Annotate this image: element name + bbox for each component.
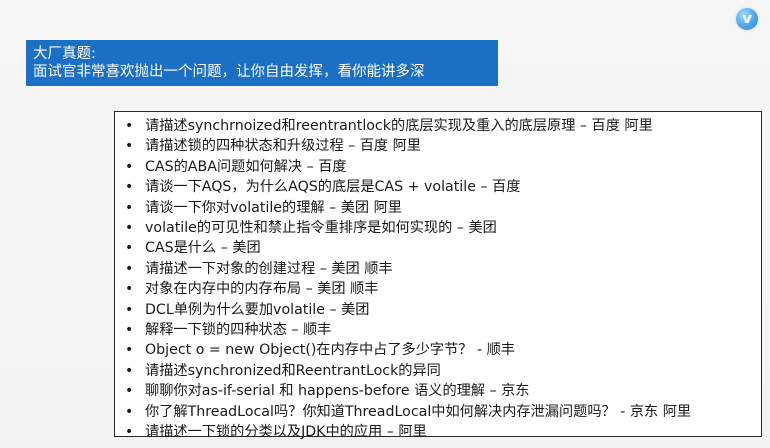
slide-canvas: 大厂真题: 面试官非常喜欢抛出一个问题，让你自由发挥，看你能讲多深 请描述syn…: [0, 0, 770, 448]
brand-logo-icon: [736, 8, 758, 30]
header-banner: 大厂真题: 面试官非常喜欢抛出一个问题，让你自由发挥，看你能讲多深: [26, 40, 498, 86]
question-item: Object o = new Object()在内存中占了多少字节？ - 顺丰: [123, 340, 761, 361]
question-list-panel: 请描述synchrnoized和reentrantlock的底层实现及重入的底层…: [114, 111, 762, 443]
question-item: 你了解ThreadLocal吗？你知道ThreadLocal中如何解决内存泄漏问…: [123, 402, 761, 423]
question-item: 请描述synchrnoized和reentrantlock的底层实现及重入的底层…: [123, 116, 761, 137]
question-item: 请谈一下AQS，为什么AQS的底层是CAS + volatile – 百度: [123, 177, 761, 198]
header-title: 大厂真题:: [33, 46, 96, 62]
question-item: 解释一下锁的四种状态 – 顺丰: [123, 320, 761, 341]
question-item: 请描述一下对象的创建过程 – 美团 顺丰: [123, 259, 761, 280]
question-item: CAS的ABA问题如何解决 – 百度: [123, 157, 761, 178]
question-item: 请描述锁的四种状态和升级过程 – 百度 阿里: [123, 136, 761, 157]
logo-glyph-icon: [742, 15, 752, 23]
header-subtitle: 面试官非常喜欢抛出一个问题，让你自由发挥，看你能讲多深: [33, 64, 425, 80]
question-item: 请谈一下你对volatile的理解 – 美团 阿里: [123, 198, 761, 219]
question-item: 聊聊你对as-if-serial 和 happens-before 语义的理解 …: [123, 381, 761, 402]
question-item: 请描述一下锁的分类以及JDK中的应用 – 阿里: [123, 422, 761, 443]
question-list: 请描述synchrnoized和reentrantlock的底层实现及重入的底层…: [123, 116, 761, 443]
question-item: 请描述synchronized和ReentrantLock的异同: [123, 361, 761, 382]
question-item: CAS是什么 – 美团: [123, 238, 761, 259]
question-item: 对象在内存中的内存布局 – 美团 顺丰: [123, 279, 761, 300]
question-item: DCL单例为什么要加volatile – 美团: [123, 300, 761, 321]
question-item: volatile的可见性和禁止指令重排序是如何实现的 – 美团: [123, 218, 761, 239]
